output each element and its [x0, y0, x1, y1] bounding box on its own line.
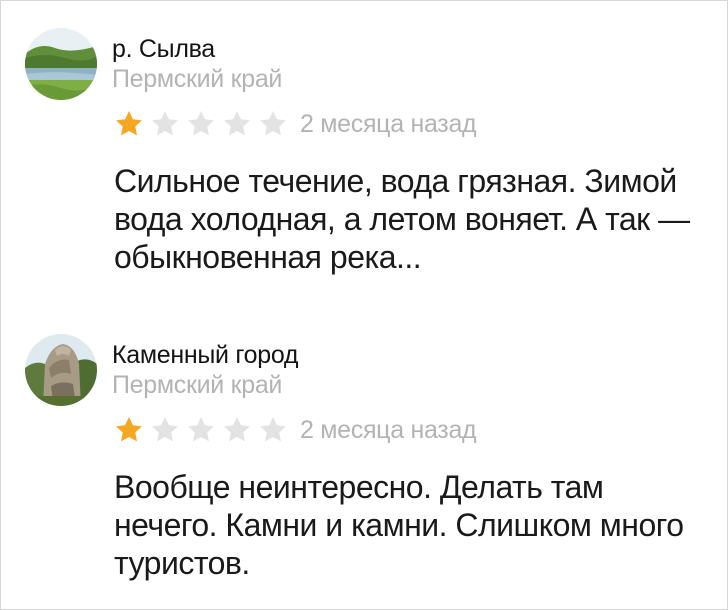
star-empty-icon: [222, 109, 252, 139]
place-region: Пермский край: [112, 65, 283, 93]
review-date: 2 месяца назад: [300, 110, 477, 138]
place-photo-river[interactable]: [25, 28, 97, 100]
place-region: Пермский край: [112, 371, 283, 399]
place-name[interactable]: р. Сылва: [112, 34, 215, 64]
star-empty-icon: [222, 415, 252, 445]
review-text: Сильное течение, вода грязная. Зимой вод…: [114, 163, 690, 275]
star-filled-icon: [114, 109, 144, 139]
star-rating: 2 месяца назад: [114, 108, 477, 140]
reviews-card: р. Сылва Пермский край 2 месяца назад Си…: [0, 0, 728, 610]
review-text: Вообще неинтересно. Делать там нечего. К…: [114, 469, 684, 581]
star-empty-icon: [150, 109, 180, 139]
place-photo-rocks[interactable]: [25, 334, 97, 406]
star-empty-icon: [186, 415, 216, 445]
star-empty-icon: [186, 109, 216, 139]
star-rating: 2 месяца назад: [114, 414, 477, 446]
star-empty-icon: [150, 415, 180, 445]
star-filled-icon: [114, 415, 144, 445]
place-name[interactable]: Каменный город: [112, 340, 298, 370]
rocks-photo-icon: [25, 334, 97, 406]
star-empty-icon: [258, 109, 288, 139]
river-photo-icon: [25, 28, 97, 100]
review-date: 2 месяца назад: [300, 416, 477, 444]
star-empty-icon: [258, 415, 288, 445]
